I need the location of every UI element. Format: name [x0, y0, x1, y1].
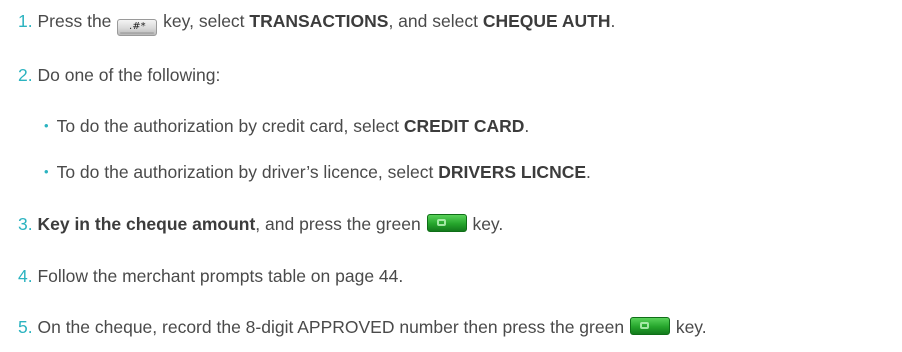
- step-text: Do one of the following:: [37, 65, 221, 85]
- step-number: 5.: [18, 317, 33, 337]
- bullet-text: To do the authorization by credit card, …: [56, 116, 399, 136]
- step-3: 3. Key in the cheque amount, and press t…: [18, 212, 503, 236]
- step-number: 4.: [18, 266, 33, 286]
- step-1: 1. Press the .#* key, select TRANSACTION…: [18, 9, 615, 36]
- step-4: 4. Follow the merchant prompts table on …: [18, 264, 403, 288]
- step-number: 3.: [18, 214, 33, 234]
- step-number: 1.: [18, 11, 33, 31]
- step-text: key.: [675, 317, 707, 337]
- bullet-text: To do the authorization by driver’s lice…: [56, 162, 434, 182]
- bullet-dot-icon: •: [44, 164, 49, 179]
- step-text: key, select: [163, 11, 245, 31]
- bullet-credit-card: • To do the authorization by credit card,…: [44, 114, 529, 138]
- bullet-drivers-licence: • To do the authorization by driver’s lic…: [44, 160, 591, 184]
- green-enter-key-icon: [426, 214, 467, 232]
- step-text: , and press the green: [255, 214, 421, 234]
- instruction-key-in-amount: Key in the cheque amount: [37, 214, 256, 234]
- step-text: key.: [472, 214, 504, 234]
- step-2: 2. Do one of the following:: [18, 63, 220, 87]
- menu-option-transactions: TRANSACTIONS: [249, 11, 389, 31]
- step-5: 5. On the cheque, record the 8-digit APP…: [18, 315, 707, 339]
- step-text: , and select: [388, 11, 478, 31]
- step-text: On the cheque, record the 8-digit APPROV…: [37, 317, 625, 337]
- bullet-dot-icon: •: [44, 118, 49, 133]
- hash-key-icon: .#*: [117, 19, 158, 36]
- step-text: Press the: [37, 11, 112, 31]
- step-text: Follow the merchant prompts table on pag…: [37, 266, 404, 286]
- menu-option-drivers-licnce: DRIVERS LICNCE: [438, 162, 587, 182]
- bullet-text: .: [586, 162, 591, 182]
- step-number: 2.: [18, 65, 33, 85]
- step-text: .: [610, 11, 616, 31]
- hash-key-label: .#*: [129, 21, 146, 32]
- green-enter-key-icon: [629, 317, 670, 335]
- bullet-text: .: [524, 116, 530, 136]
- menu-option-credit-card: CREDIT CARD: [403, 116, 525, 136]
- menu-option-cheque-auth: CHEQUE AUTH: [482, 11, 611, 31]
